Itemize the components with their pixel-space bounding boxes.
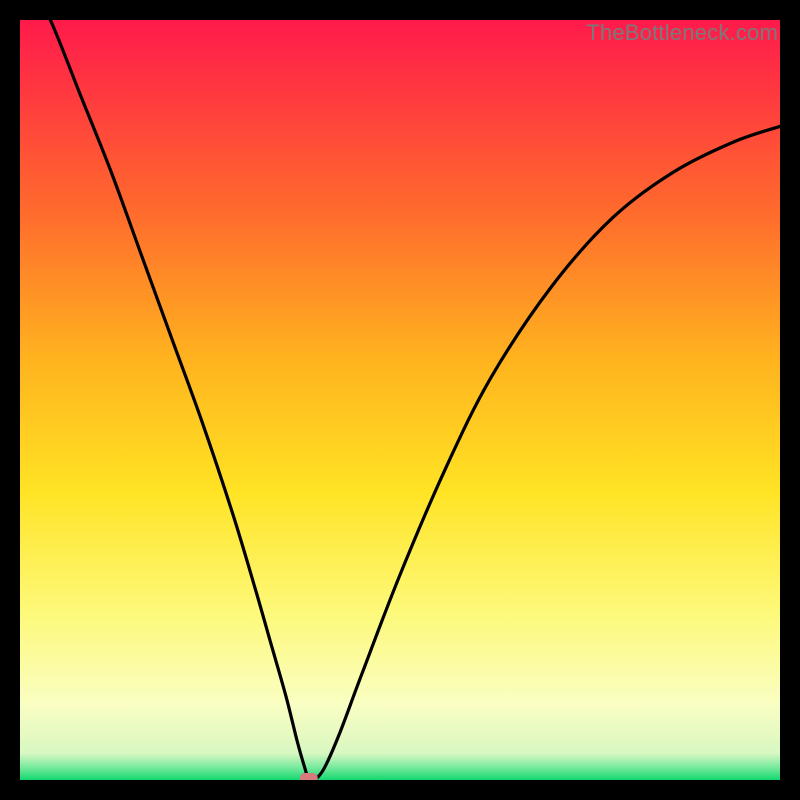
bottleneck-chart	[20, 20, 780, 780]
minimum-marker	[300, 773, 318, 780]
watermark-label: TheBottleneck.com	[586, 20, 778, 46]
gradient-background	[20, 20, 780, 780]
chart-frame: TheBottleneck.com	[20, 20, 780, 780]
